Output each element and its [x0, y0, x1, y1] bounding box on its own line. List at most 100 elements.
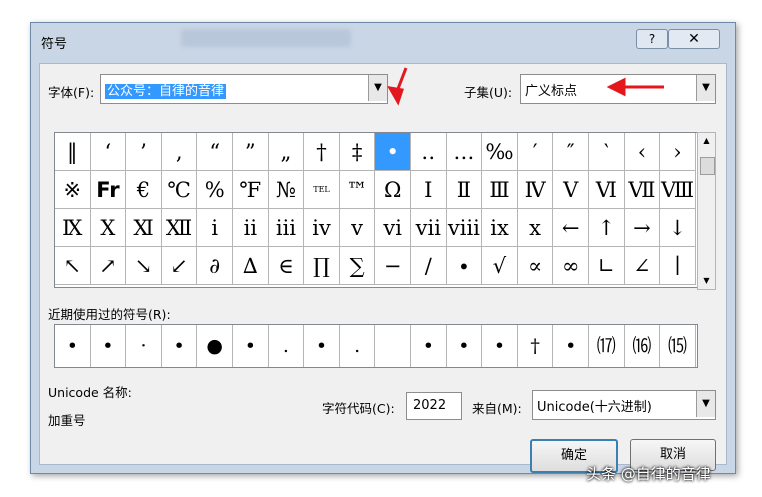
symbol-cell[interactable]: ⅷ	[446, 209, 483, 247]
symbol-cell[interactable]: ‰	[482, 133, 518, 171]
recent-symbol-cell[interactable]: ·	[126, 325, 162, 367]
symbol-cell[interactable]: →	[624, 209, 661, 247]
symbol-cell[interactable]: €	[126, 171, 162, 209]
symbol-cell[interactable]: ∞	[553, 247, 589, 285]
symbol-cell[interactable]: ′	[517, 133, 554, 171]
symbol-cell[interactable]: ∕	[411, 247, 447, 285]
symbol-cell[interactable]: Ⅶ	[624, 171, 661, 209]
symbol-cell[interactable]: ∈	[268, 247, 305, 285]
symbol-cell[interactable]: ’	[126, 133, 162, 171]
symbol-grid-scrollbar[interactable]: ▲ ▼	[697, 132, 716, 290]
symbol-cell[interactable]: ∂	[197, 247, 233, 285]
symbol-cell[interactable]: TEL	[304, 171, 340, 209]
symbol-cell[interactable]: Ⅻ	[161, 209, 198, 247]
recent-symbol-cell[interactable]: ⒄	[589, 325, 625, 367]
symbol-cell[interactable]: −	[375, 247, 411, 285]
recent-symbol-cell[interactable]: †	[518, 325, 554, 367]
symbol-cell[interactable]: Ⅺ	[126, 209, 162, 247]
title-bar[interactable]: 符号 ? ✕	[31, 23, 735, 63]
symbol-cell[interactable]: ※	[55, 171, 91, 209]
symbol-cell[interactable]: “	[197, 133, 233, 171]
symbol-cell[interactable]: Ⅹ	[90, 209, 127, 247]
symbol-cell[interactable]: ∆	[233, 247, 269, 285]
symbol-cell[interactable]: ⅲ	[268, 209, 305, 247]
symbol-cell[interactable]: ‹	[624, 133, 661, 171]
symbol-cell[interactable]: ←	[553, 209, 589, 247]
subset-select[interactable]: 广义标点 ▼	[520, 74, 716, 104]
symbol-cell[interactable]: ∙	[446, 247, 483, 285]
scroll-thumb[interactable]	[700, 157, 715, 175]
symbol-cell[interactable]: Fr	[90, 171, 127, 209]
symbol-cell[interactable]: ∏	[304, 247, 340, 285]
symbol-cell[interactable]: ‖	[55, 133, 91, 171]
symbol-cell[interactable]: ℉	[233, 171, 269, 209]
recent-symbol-cell[interactable]: ●	[197, 325, 233, 367]
charcode-input[interactable]: 2022	[406, 392, 462, 420]
symbol-cell[interactable]: Ω	[375, 171, 411, 209]
recent-symbol-cell[interactable]: •	[482, 325, 518, 367]
symbol-cell[interactable]: ⅴ	[339, 209, 376, 247]
symbol-cell[interactable]: ↘	[126, 247, 162, 285]
recent-symbol-cell[interactable]: ⒂	[660, 325, 696, 367]
recent-symbol-cell[interactable]: •	[304, 325, 340, 367]
symbol-cell[interactable]: ∝	[517, 247, 554, 285]
recent-symbols[interactable]: • • · • ● •. •. • • • † • ⒄ ⒃ ⒂	[54, 324, 698, 368]
symbol-cell[interactable]: Ⅱ	[446, 171, 483, 209]
symbol-cell[interactable]: ‡	[339, 133, 376, 171]
symbol-cell[interactable]: ⅶ	[411, 209, 447, 247]
recent-symbol-cell[interactable]: •	[162, 325, 198, 367]
symbol-cell[interactable]: ↖	[55, 247, 91, 285]
from-dropdown-icon[interactable]: ▼	[696, 391, 715, 417]
symbol-cell[interactable]: ∟	[589, 247, 625, 285]
symbol-cell[interactable]: Ⅳ	[517, 171, 554, 209]
symbol-cell[interactable]: ‘	[90, 133, 127, 171]
symbol-cell[interactable]: ⅹ	[517, 209, 554, 247]
font-dropdown-icon[interactable]: ▼	[368, 75, 387, 101]
recent-symbol-cell[interactable]: •	[233, 325, 269, 367]
symbol-cell[interactable]: ‵	[589, 133, 625, 171]
symbol-cell[interactable]: ™	[339, 171, 376, 209]
symbol-cell[interactable]: ”	[233, 133, 269, 171]
symbol-cell[interactable]: ⅵ	[375, 209, 411, 247]
symbol-cell[interactable]: ″	[553, 133, 589, 171]
symbol-cell[interactable]: ‥	[411, 133, 447, 171]
recent-symbol-cell[interactable]: •	[447, 325, 483, 367]
symbol-cell[interactable]: %	[197, 171, 233, 209]
symbol-cell[interactable]: „	[268, 133, 305, 171]
symbol-cell[interactable]: №	[268, 171, 305, 209]
symbol-cell[interactable]: ∠	[624, 247, 661, 285]
symbol-cell[interactable]: √	[482, 247, 518, 285]
scroll-down-icon[interactable]: ▼	[698, 273, 715, 289]
symbol-cell[interactable]: ⅰ	[197, 209, 233, 247]
symbol-cell[interactable]: ⅸ	[482, 209, 518, 247]
subset-dropdown-icon[interactable]: ▼	[696, 75, 715, 101]
symbol-cell[interactable]: Ⅵ	[589, 171, 625, 209]
recent-symbol-cell[interactable]: •	[411, 325, 447, 367]
symbol-cell[interactable]: …	[446, 133, 483, 171]
from-select[interactable]: Unicode(十六进制) ▼	[532, 390, 716, 420]
recent-symbol-cell[interactable]: .	[340, 325, 376, 367]
symbol-cell[interactable]: Ⅲ	[482, 171, 518, 209]
recent-symbol-cell[interactable]	[375, 325, 411, 367]
symbol-cell[interactable]: †	[304, 133, 340, 171]
symbol-cell[interactable]: ›	[660, 133, 696, 171]
symbol-grid[interactable]: ‖ ‘’ ‚ “” „ † ‡ • ‥… ‰ ′ ″ ‵ ‹ › ※ Fr € ℃% ℉ № TEL ™ Ω Ⅰ Ⅱ Ⅲ Ⅳ Ⅴ Ⅵ Ⅶ Ⅷ Ⅸ…	[54, 132, 698, 288]
symbol-cell[interactable]: ↗	[90, 247, 127, 285]
symbol-cell[interactable]: ⅳ	[304, 209, 340, 247]
recent-symbol-cell[interactable]: ⒃	[625, 325, 661, 367]
symbol-cell[interactable]: ∣	[660, 247, 696, 285]
symbol-cell[interactable]: ∑	[339, 247, 376, 285]
symbol-cell[interactable]: Ⅴ	[553, 171, 589, 209]
font-select[interactable]: 公众号：自律的音律 ▼	[100, 74, 388, 104]
symbol-cell[interactable]: •	[375, 133, 411, 171]
recent-symbol-cell[interactable]: •	[553, 325, 589, 367]
help-button[interactable]: ?	[636, 29, 668, 49]
recent-symbol-cell[interactable]: •	[91, 325, 127, 367]
symbol-cell[interactable]: Ⅸ	[55, 209, 91, 247]
symbol-cell[interactable]: Ⅷ	[660, 171, 696, 209]
recent-symbol-cell[interactable]: •	[55, 325, 91, 367]
symbol-cell[interactable]: Ⅰ	[411, 171, 447, 209]
symbol-cell[interactable]: ⅱ	[233, 209, 269, 247]
scroll-up-icon[interactable]: ▲	[698, 133, 715, 149]
close-button[interactable]: ✕	[668, 29, 720, 49]
